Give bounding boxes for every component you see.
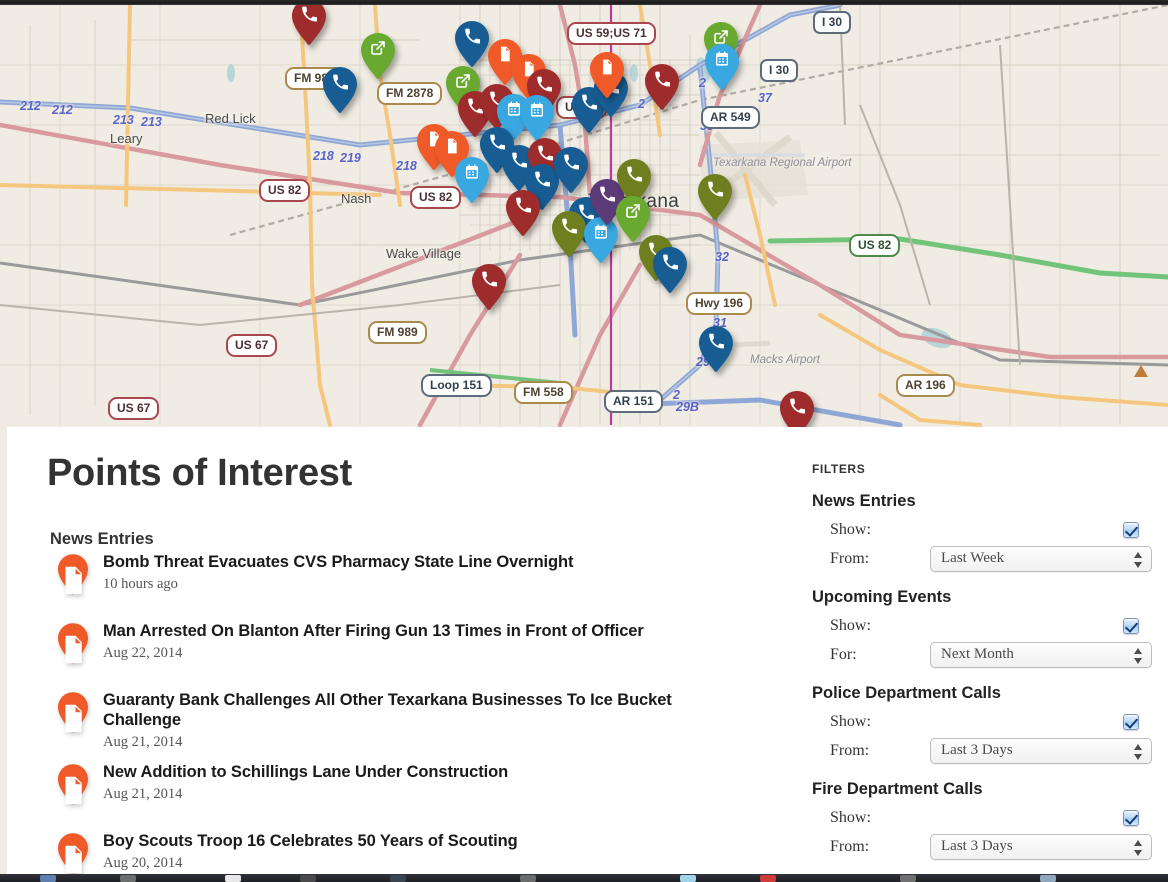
news-list-item[interactable]: Bomb Threat Evacuates CVS Pharmacy State… [50, 552, 750, 610]
dock-strip[interactable] [0, 874, 1168, 882]
news-item-title[interactable]: Bomb Threat Evacuates CVS Pharmacy State… [103, 552, 750, 572]
news-list-item[interactable]: Guaranty Bank Challenges All Other Texar… [50, 690, 750, 751]
filter-range-label: From: [830, 741, 870, 759]
document-pin-icon [58, 833, 88, 874]
filter-show-label: Show: [830, 808, 871, 826]
map-marker-event[interactable] [520, 95, 554, 141]
dock-item[interactable] [40, 875, 56, 882]
news-entries-list: Bomb Threat Evacuates CVS Pharmacy State… [50, 552, 750, 882]
document-icon [58, 560, 88, 601]
dock-item[interactable] [1040, 875, 1056, 882]
dock-item[interactable] [680, 875, 696, 882]
filter-show-label: Show: [830, 712, 871, 730]
map-marker-link[interactable] [361, 33, 395, 79]
filter-group: News Entries Show: From: Last Week [812, 492, 1157, 573]
filter-range-row: For: Next Month [812, 640, 1157, 669]
filter-range-row: From: Last 3 Days [812, 832, 1157, 861]
filter-group: Upcoming Events Show: For: Next Month [812, 588, 1157, 669]
dock-item[interactable] [225, 875, 241, 882]
dock-item[interactable] [900, 875, 916, 882]
map-marker-fire[interactable] [506, 190, 540, 236]
filter-range-select[interactable]: Last 3 Days [930, 737, 1152, 764]
filter-group-title: Police Department Calls [812, 684, 1001, 702]
map-marker-olive[interactable] [552, 211, 586, 257]
filter-show-checkbox[interactable] [1123, 617, 1139, 634]
map-marker-police[interactable] [323, 67, 357, 113]
dock-item[interactable] [520, 875, 536, 882]
filter-show-checkbox[interactable] [1123, 809, 1139, 826]
news-item-date: Aug 21, 2014 [103, 786, 183, 802]
map-marker-police[interactable] [653, 247, 687, 293]
filter-range-value: Last 3 Days [941, 838, 1013, 854]
filter-groups: News Entries Show: From: Last Week Upcoming … [812, 492, 1157, 861]
map-marker-police[interactable] [699, 326, 733, 372]
filter-show-row: Show: [812, 611, 1157, 640]
news-item-date: 10 hours ago [103, 576, 178, 592]
map-marker-event[interactable] [705, 44, 739, 90]
dock-item[interactable] [120, 875, 136, 882]
points-of-interest-app: Red LickLearyNashWake VillageTexarkanaTe… [0, 0, 1168, 882]
stepper-arrows-icon[interactable] [1134, 646, 1143, 666]
document-pin-icon [58, 692, 88, 733]
news-item-title[interactable]: Guaranty Bank Challenges All Other Texar… [103, 690, 750, 730]
filters-panel: FILTERS News Entries Show: From: Last Week U… [812, 462, 1157, 876]
news-entries-heading: News Entries [50, 530, 154, 548]
document-icon [58, 629, 88, 670]
document-icon [58, 770, 88, 811]
content-panel: Points of Interest News Entries Bomb Thr… [7, 427, 1168, 882]
filter-range-row: From: Last 3 Days [812, 736, 1157, 765]
filter-range-select[interactable]: Last 3 Days [930, 833, 1152, 860]
filter-range-select[interactable]: Last Week [930, 545, 1152, 572]
map-marker-police[interactable] [455, 21, 489, 67]
news-item-title[interactable]: Boy Scouts Troop 16 Celebrates 50 Years … [103, 831, 750, 851]
map-marker-olive[interactable] [698, 174, 732, 220]
map-marker-police[interactable] [554, 147, 588, 193]
stepper-arrows-icon[interactable] [1134, 838, 1143, 858]
stepper-arrows-icon[interactable] [1134, 742, 1143, 762]
filters-title: FILTERS [812, 462, 866, 476]
map-marker-fire[interactable] [472, 264, 506, 310]
news-item-date: Aug 22, 2014 [103, 645, 183, 661]
filter-show-label: Show: [830, 616, 871, 634]
document-pin-icon [58, 554, 88, 595]
document-pin-icon [58, 623, 88, 664]
document-icon [58, 698, 88, 739]
window-top-strip [0, 0, 1168, 5]
news-item-date: Aug 20, 2014 [103, 855, 183, 871]
filter-range-label: For: [830, 645, 857, 663]
news-item-date: Aug 21, 2014 [103, 734, 183, 750]
filter-group-title: News Entries [812, 492, 916, 510]
map-marker-news[interactable] [590, 52, 624, 98]
map-marker-fire[interactable] [292, 5, 326, 45]
map-marker-fire[interactable] [645, 64, 679, 110]
stepper-arrows-icon[interactable] [1134, 550, 1143, 570]
filter-group-title: Upcoming Events [812, 588, 952, 606]
filter-show-row: Show: [812, 515, 1157, 544]
filter-show-row: Show: [812, 803, 1157, 832]
news-list-item[interactable]: Man Arrested On Blanton After Firing Gun… [50, 621, 750, 679]
filter-range-value: Last 3 Days [941, 742, 1013, 758]
dock-item[interactable] [300, 875, 316, 882]
filter-group: Fire Department Calls Show: From: Last 3 Da… [812, 780, 1157, 861]
filter-range-label: From: [830, 837, 870, 855]
filter-range-label: From: [830, 549, 870, 567]
filter-show-label: Show: [830, 520, 871, 538]
page-title: Points of Interest [47, 452, 352, 494]
news-list-item[interactable]: New Addition to Schillings Lane Under Co… [50, 762, 750, 820]
filter-show-checkbox[interactable] [1123, 713, 1139, 730]
filter-show-checkbox[interactable] [1123, 521, 1139, 538]
filter-show-row: Show: [812, 707, 1157, 736]
news-item-title[interactable]: Man Arrested On Blanton After Firing Gun… [103, 621, 750, 641]
filter-range-select[interactable]: Next Month [930, 641, 1152, 668]
dock-item[interactable] [760, 875, 776, 882]
filter-range-value: Next Month [941, 646, 1014, 662]
news-item-title[interactable]: New Addition to Schillings Lane Under Co… [103, 762, 750, 782]
filter-group-title: Fire Department Calls [812, 780, 983, 798]
filter-range-row: From: Last Week [812, 544, 1157, 573]
document-pin-icon [58, 764, 88, 805]
filter-range-value: Last Week [941, 550, 1005, 566]
dock-item[interactable] [390, 875, 406, 882]
filter-group: Police Department Calls Show: From: Last 3 … [812, 684, 1157, 765]
